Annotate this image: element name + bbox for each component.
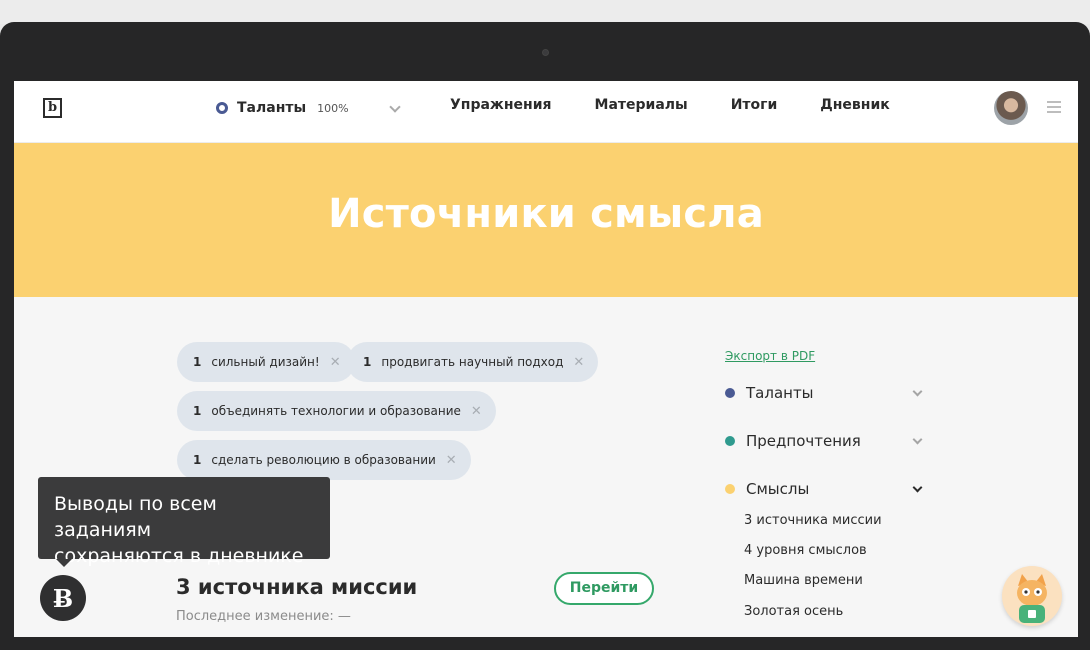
avatar[interactable] — [994, 91, 1028, 125]
chip-count: 1 — [363, 355, 372, 369]
chip-label: продвигать научный подход — [381, 355, 564, 369]
exercise-title: 3 источника миссии — [176, 575, 418, 599]
chevron-down-icon[interactable] — [912, 482, 923, 492]
camera-icon — [542, 49, 549, 56]
tag-chip[interactable]: 1 объединять технологии и образование ✕ — [177, 391, 496, 431]
sidebar-subitem[interactable]: Машина времени — [744, 573, 863, 588]
app-screen: b Таланты 100% Упражнения Материалы Итог… — [14, 81, 1078, 637]
diary-button[interactable]: Ƀ — [40, 575, 86, 621]
last-modified: Последнее изменение: — — [176, 609, 351, 624]
menu-icon[interactable] — [1047, 101, 1061, 113]
section-dot-icon — [725, 484, 735, 494]
section-talents[interactable]: Таланты — [725, 382, 925, 404]
logo-icon[interactable]: b — [43, 98, 62, 118]
tag-chip[interactable]: 1 сильный дизайн! ✕ — [177, 342, 355, 382]
module-progress: 100% — [317, 101, 349, 115]
chevron-down-icon[interactable] — [912, 386, 923, 396]
chevron-down-icon[interactable] — [912, 434, 923, 444]
page-title: Источники смысла — [328, 191, 764, 237]
nav-exercises[interactable]: Упражнения — [450, 97, 552, 113]
go-button[interactable]: Перейти — [554, 572, 654, 605]
tooltip-line: сохраняются в дневнике — [54, 545, 304, 567]
section-label: Таланты — [746, 384, 814, 402]
tag-chip[interactable]: 1 сделать революцию в образовании ✕ — [177, 440, 471, 480]
nav-diary[interactable]: Дневник — [820, 97, 889, 113]
top-strip — [0, 0, 1090, 24]
section-label: Смыслы — [746, 480, 810, 498]
chip-label: сделать революцию в образовании — [211, 453, 436, 467]
section-preferences[interactable]: Предпочтения — [725, 430, 925, 452]
close-icon[interactable]: ✕ — [573, 355, 584, 370]
section-meanings[interactable]: Смыслы — [725, 478, 925, 500]
export-pdf-link[interactable]: Экспорт в PDF — [725, 349, 815, 363]
chip-count: 1 — [193, 404, 202, 418]
module-dot-icon — [216, 102, 228, 114]
app-header: b Таланты 100% Упражнения Материалы Итог… — [14, 81, 1078, 143]
page-banner: Источники смысла — [14, 143, 1078, 297]
close-icon[interactable]: ✕ — [446, 453, 457, 468]
mascot-chat-button[interactable] — [1002, 566, 1062, 626]
sidebar-subitem[interactable]: 3 источника миссии — [744, 513, 882, 528]
main-nav: Упражнения Материалы Итоги Дневник — [450, 97, 933, 113]
section-label: Предпочтения — [746, 432, 861, 450]
section-dot-icon — [725, 388, 735, 398]
chip-label: объединять технологии и образование — [211, 404, 461, 418]
chip-count: 1 — [193, 453, 202, 467]
close-icon[interactable]: ✕ — [330, 355, 341, 370]
nav-materials[interactable]: Материалы — [595, 97, 688, 113]
chip-label: сильный дизайн! — [211, 355, 320, 369]
tooltip-line: Выводы по всем заданиям — [54, 493, 217, 541]
cat-icon — [1017, 574, 1047, 623]
tag-chip[interactable]: 1 продвигать научный подход ✕ — [347, 342, 599, 382]
module-name: Таланты — [237, 100, 307, 116]
module-selector[interactable]: Таланты 100% — [216, 97, 349, 119]
sidebar-subitem[interactable]: 4 уровня смыслов — [744, 543, 867, 558]
diary-tooltip: Выводы по всем заданиям сохраняются в дн… — [38, 477, 330, 567]
diary-icon: Ƀ — [52, 583, 74, 613]
chip-count: 1 — [193, 355, 202, 369]
chevron-down-icon[interactable] — [389, 101, 401, 113]
close-icon[interactable]: ✕ — [471, 404, 482, 419]
nav-results[interactable]: Итоги — [731, 97, 778, 113]
section-dot-icon — [725, 436, 735, 446]
sidebar-subitem[interactable]: Золотая осень — [744, 604, 843, 619]
